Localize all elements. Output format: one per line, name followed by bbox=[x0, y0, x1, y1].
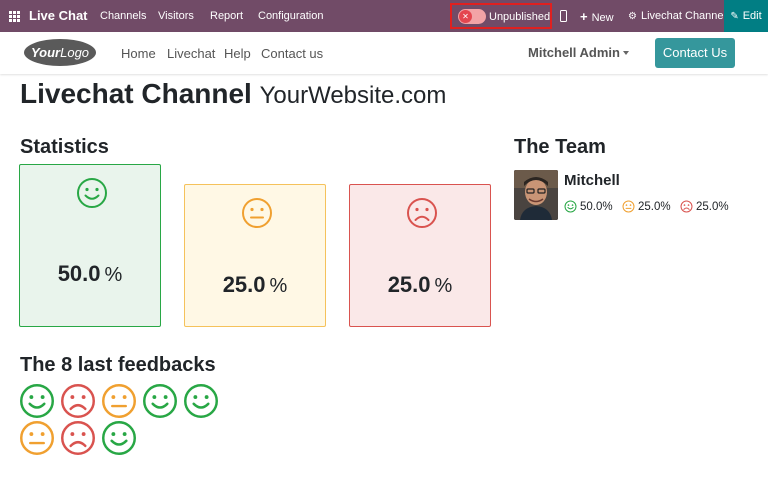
neutral-face-icon bbox=[20, 421, 54, 455]
statistics-heading: Statistics bbox=[20, 136, 109, 158]
nav-livechat[interactable]: Livechat bbox=[167, 46, 215, 61]
site-logo[interactable]: YourLogo bbox=[24, 39, 96, 66]
admin-topbar: Live Chat Channels Visitors Report Confi… bbox=[0, 0, 768, 32]
nav-home[interactable]: Home bbox=[121, 46, 156, 61]
livechat-channel-button[interactable]: ⚙ Livechat Channel bbox=[628, 10, 726, 22]
happy-face-icon bbox=[102, 421, 136, 455]
edit-button-label: Edit bbox=[742, 10, 762, 22]
toggle-switch[interactable]: ✕ bbox=[458, 9, 486, 24]
menu-configuration[interactable]: Configuration bbox=[258, 10, 323, 22]
avatar-image bbox=[514, 170, 558, 220]
happy-face-icon bbox=[77, 178, 107, 208]
stat-card-unhappy: 25.0% bbox=[349, 184, 491, 327]
nav-contact-us[interactable]: Contact us bbox=[261, 46, 323, 61]
stat-card-happy: 50.0% bbox=[19, 164, 161, 327]
page-subtitle: YourWebsite.com bbox=[259, 82, 447, 109]
neutral-face-icon bbox=[102, 384, 136, 418]
stat-unhappy-value: 25.0% bbox=[387, 272, 453, 297]
happy-face-icon bbox=[20, 384, 54, 418]
happy-face-icon bbox=[184, 384, 218, 418]
feedbacks-heading: The 8 last feedbacks bbox=[20, 354, 216, 376]
unhappy-face-icon bbox=[61, 421, 95, 455]
page-title: Livechat Channel YourWebsite.com bbox=[20, 78, 446, 110]
publish-status-label: Unpublished bbox=[489, 11, 551, 23]
stat-happy-value: 50.0% bbox=[57, 261, 123, 286]
page-title-text: Livechat Channel bbox=[20, 78, 252, 109]
menu-visitors[interactable]: Visitors bbox=[158, 10, 194, 22]
new-button-label: New bbox=[591, 12, 614, 24]
nav-help[interactable]: Help bbox=[224, 46, 251, 61]
close-icon: ✕ bbox=[459, 10, 472, 23]
member-stat-unhappy: 25.0% bbox=[680, 200, 729, 213]
pencil-icon: ✎ bbox=[730, 10, 739, 22]
happy-face-icon bbox=[564, 200, 577, 213]
team-heading: The Team bbox=[514, 136, 606, 158]
unhappy-face-icon bbox=[61, 384, 95, 418]
user-menu[interactable]: Mitchell Admin bbox=[528, 45, 620, 60]
unhappy-face-icon bbox=[680, 200, 693, 213]
plus-icon: + bbox=[580, 9, 588, 24]
website-header: YourLogo Home Livechat Help Contact us M… bbox=[0, 32, 768, 74]
menu-channels[interactable]: Channels bbox=[100, 10, 146, 22]
contact-us-button[interactable]: Contact Us bbox=[655, 38, 735, 68]
member-stat-happy: 50.0% bbox=[564, 200, 613, 213]
member-stat-neutral: 25.0% bbox=[622, 200, 671, 213]
team-member-name: Mitchell bbox=[564, 172, 620, 189]
mobile-preview-icon[interactable] bbox=[560, 10, 567, 22]
stat-neutral-value: 25.0% bbox=[222, 272, 288, 297]
app-title[interactable]: Live Chat bbox=[29, 8, 88, 23]
stat-card-neutral: 25.0% bbox=[184, 184, 326, 327]
happy-face-icon bbox=[143, 384, 177, 418]
chevron-down-icon[interactable] bbox=[623, 51, 629, 55]
new-button[interactable]: + New bbox=[580, 9, 614, 24]
apps-grid-icon[interactable] bbox=[9, 11, 20, 22]
neutral-face-icon bbox=[242, 198, 272, 228]
gear-icon: ⚙ bbox=[628, 11, 637, 22]
neutral-face-icon bbox=[622, 200, 635, 213]
menu-report[interactable]: Report bbox=[210, 10, 243, 22]
unhappy-face-icon bbox=[407, 198, 437, 228]
edit-button[interactable]: ✎ Edit bbox=[724, 0, 768, 32]
livechat-channel-label: Livechat Channel bbox=[640, 10, 726, 22]
avatar[interactable] bbox=[514, 170, 558, 220]
publish-toggle[interactable]: ✕ Unpublished bbox=[450, 3, 552, 29]
